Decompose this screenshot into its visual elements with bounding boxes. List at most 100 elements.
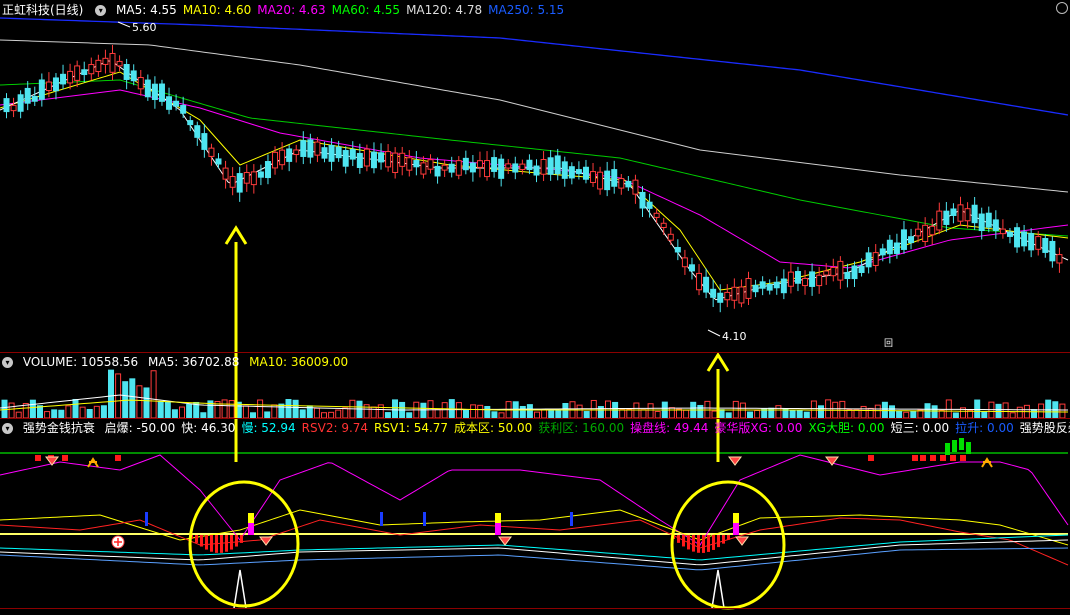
volume-bar: [477, 404, 484, 419]
volume-bar: [72, 398, 79, 419]
volume-bar: [228, 400, 235, 419]
volume-bar: [562, 402, 569, 419]
high-price-label: 5.60: [132, 21, 157, 34]
candle-body: [95, 59, 102, 73]
signal-bar: [677, 535, 680, 543]
candle-body: [109, 52, 116, 73]
green-signal-bar: [945, 443, 950, 455]
signal-bar: [225, 535, 228, 552]
top-signal-square: [868, 455, 874, 461]
indicator-name[interactable]: 强势金钱抗衰: [23, 421, 95, 435]
green-signal-bar: [959, 438, 964, 450]
candle-body: [568, 166, 575, 179]
volume-bar: [356, 400, 363, 419]
stock-chart-canvas[interactable]: 5.60 4.10 回: [0, 0, 1070, 615]
candle-body: [943, 210, 950, 225]
ma-legend-item: MA20: 4.63: [257, 3, 326, 17]
indicator-legend-item: 启爆: -50.00: [104, 421, 176, 435]
candle-body: [279, 149, 286, 166]
candle-body: [886, 239, 893, 255]
volume-bar: [889, 405, 895, 419]
volume-bar: [754, 409, 761, 419]
spike-marker: [711, 569, 725, 609]
volume-bar: [299, 409, 306, 419]
candle-body: [38, 79, 45, 100]
candle-body: [724, 291, 731, 301]
panel-restore-icon[interactable]: [1056, 2, 1068, 14]
volume-bar: [697, 404, 704, 419]
spike-marker: [233, 569, 247, 609]
blue-signal-bar: [570, 512, 573, 526]
candle-body: [936, 210, 943, 231]
candle-body: [823, 270, 830, 276]
candle-body: [653, 212, 660, 218]
volume-bar: [164, 401, 171, 419]
top-signal-square: [912, 455, 918, 461]
volume-bar: [8, 402, 15, 419]
candle-body: [688, 264, 695, 272]
signal-bar: [707, 535, 710, 552]
top-signal-square: [940, 455, 946, 461]
volume-bar: [676, 408, 682, 419]
candle-body: [406, 157, 413, 171]
candle-body: [900, 229, 907, 250]
volume-bar: [739, 402, 746, 419]
top-signal-square: [950, 455, 956, 461]
volume-bar: [257, 399, 264, 419]
volume-bar: [115, 373, 122, 419]
candle-body: [1042, 238, 1049, 253]
volume-bar: [455, 402, 462, 419]
runner-icon: [87, 457, 99, 468]
candle-body: [738, 286, 745, 304]
candle-body: [52, 77, 59, 92]
candle-body: [413, 160, 420, 168]
candle-body: [434, 165, 441, 177]
indicator-toggle-icon[interactable]: ▾: [2, 423, 13, 434]
signal-bar: [210, 535, 213, 552]
top-signal-square: [35, 455, 41, 461]
top-signal-square: [930, 455, 936, 461]
candle-body: [1056, 254, 1063, 264]
candle-body: [547, 157, 554, 175]
stock-name[interactable]: 正虹科技(日线): [2, 3, 83, 17]
volume-bar: [150, 370, 157, 419]
blue-signal-bar: [145, 512, 148, 526]
candle-body: [272, 151, 279, 169]
candle-body: [257, 171, 264, 178]
indicator-legend-item: 慢: 52.94: [241, 421, 296, 435]
candle-body: [759, 281, 766, 289]
annotation-arrow-head: [706, 352, 730, 372]
volume-bar: [1016, 406, 1023, 419]
candle-body: [208, 147, 215, 157]
candle-body: [992, 219, 999, 231]
volume-bar: [931, 405, 938, 419]
diamond-icon: [259, 536, 273, 546]
volume-bar: [463, 409, 469, 419]
candle-body: [667, 233, 674, 241]
volume-toggle-icon[interactable]: ▾: [2, 357, 13, 368]
candle-body: [286, 148, 293, 162]
volume-bar: [484, 405, 491, 419]
candle-body: [533, 165, 540, 176]
candle-body: [922, 224, 929, 243]
candle-body: [1006, 231, 1013, 237]
volume-bar: [818, 405, 824, 419]
candle-body: [660, 222, 667, 229]
slow-line: [0, 534, 1069, 561]
runner-icon: [981, 457, 993, 468]
signal-marker: [733, 523, 739, 535]
candle-body: [674, 246, 681, 253]
green-signal-bar: [952, 440, 957, 452]
candle-body: [293, 149, 300, 156]
volume-bar: [590, 399, 597, 419]
candle-body: [102, 57, 109, 65]
candle-body: [314, 141, 321, 156]
candle-body: [999, 228, 1006, 235]
candle-body: [123, 64, 130, 80]
candle-body: [45, 81, 52, 92]
volume-bar: [874, 404, 881, 419]
candle-body: [915, 228, 922, 237]
candle-body: [448, 163, 455, 173]
ma-toggle-icon[interactable]: ▾: [95, 5, 107, 16]
indicator-legend-item: 操盘线: 49.44: [630, 421, 709, 435]
